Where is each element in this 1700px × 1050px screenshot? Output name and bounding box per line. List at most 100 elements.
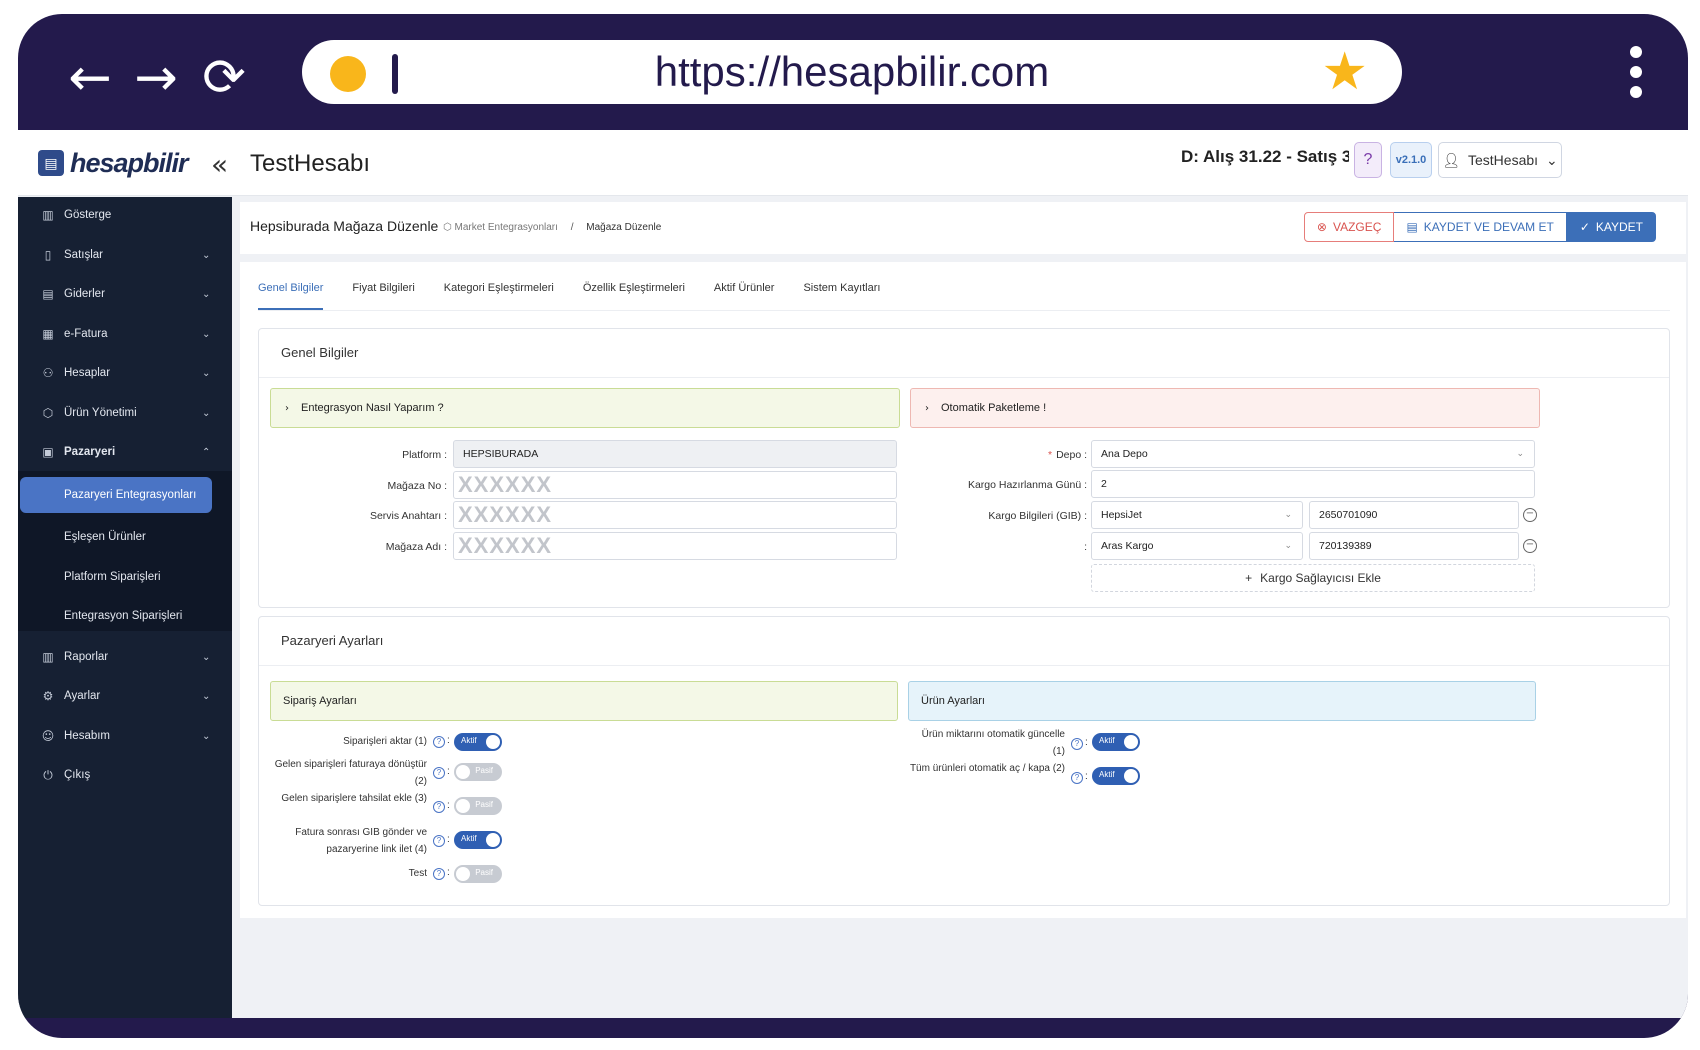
store-no-field[interactable]: XXXXXX bbox=[453, 471, 897, 499]
cargo2-code-field[interactable]: 720139389 bbox=[1309, 532, 1519, 560]
cargo1-provider-select[interactable]: HepsiJet ⌄ bbox=[1091, 501, 1303, 529]
chevron-down-icon: ⌄ bbox=[202, 407, 211, 419]
setting-toggle[interactable]: Aktif bbox=[1092, 767, 1140, 785]
help-circle-icon[interactable]: ? bbox=[433, 801, 445, 813]
tab-system-logs[interactable]: Sistem Kayıtları bbox=[803, 282, 880, 310]
sidebar-item-label: Platform Siparişleri bbox=[64, 571, 161, 583]
chevron-down-icon: ⌄ bbox=[202, 249, 211, 261]
chevron-right-icon: › bbox=[285, 402, 289, 414]
tab-bar: Genel Bilgiler Fiyat Bilgileri Kategori … bbox=[258, 282, 880, 310]
service-key-label: Servis Anahtarı : bbox=[369, 510, 447, 522]
marketplace-settings-section: Pazaryeri Ayarları Sipariş Ayarları Ürün… bbox=[258, 616, 1670, 906]
chevron-down-icon: ⌄ bbox=[202, 367, 211, 379]
setting-toggle[interactable]: Pasif bbox=[454, 797, 502, 815]
chevron-up-icon: ⌃ bbox=[202, 446, 211, 458]
help-circle-icon[interactable]: ? bbox=[433, 767, 445, 779]
sidebar-item-settings[interactable]: ⚙ Ayarlar ⌄ bbox=[18, 678, 232, 714]
integration-howto-panel[interactable]: › Entegrasyon Nasıl Yaparım ? bbox=[270, 388, 900, 428]
reload-icon[interactable]: ⟳ bbox=[192, 48, 256, 108]
action-buttons: ⊗ VAZGEÇ ▤ KAYDET VE DEVAM ET ✓ KAYDET bbox=[1303, 212, 1656, 242]
tab-active-products[interactable]: Aktif Ürünler bbox=[714, 282, 775, 310]
prep-days-label: Kargo Hazırlanma Günü : bbox=[967, 479, 1087, 491]
user-name: TestHesabı bbox=[1468, 152, 1539, 168]
sidebar-item-e-invoice[interactable]: ▦ e-Fatura ⌄ bbox=[18, 316, 232, 352]
cancel-button[interactable]: ⊗ VAZGEÇ bbox=[1303, 212, 1395, 242]
breadcrumb-current: Mağaza Düzenle bbox=[586, 222, 662, 233]
colon: : bbox=[447, 867, 450, 878]
sidebar-item-integration-orders[interactable]: Entegrasyon Siparişleri bbox=[18, 598, 232, 634]
bookmark-star-icon[interactable]: ★ bbox=[1321, 44, 1368, 100]
cargo2-provider-select[interactable]: Aras Kargo ⌄ bbox=[1091, 532, 1303, 560]
sidebar-item-label: Raporlar bbox=[64, 651, 109, 663]
panel-label: Ürün Ayarları bbox=[921, 695, 985, 707]
help-icon[interactable]: ? bbox=[1354, 142, 1382, 178]
required-asterisk: * bbox=[1047, 449, 1053, 461]
chevron-down-icon: ⌄ bbox=[202, 328, 211, 340]
user-menu-button[interactable]: 👤︎ TestHesabı ⌄ bbox=[1438, 142, 1562, 178]
product-settings-panel: Ürün Ayarları bbox=[908, 681, 1536, 721]
tab-attribute-matching[interactable]: Özellik Eşleştirmeleri bbox=[583, 282, 685, 310]
help-circle-icon[interactable]: ? bbox=[433, 835, 445, 847]
setting-toggle[interactable]: Aktif bbox=[454, 733, 502, 751]
sidebar-item-marketplace[interactable]: ▣ Pazaryeri ⌃ bbox=[18, 434, 232, 470]
browser-menu-icon[interactable] bbox=[1630, 46, 1642, 98]
add-cargo-provider-button[interactable]: + Kargo Sağlayıcısı Ekle bbox=[1091, 564, 1535, 592]
breadcrumb-parent-link[interactable]: Market Entegrasyonları bbox=[455, 222, 558, 233]
help-circle-icon[interactable]: ? bbox=[433, 736, 445, 748]
cargo1-code-field[interactable]: 2650701090 bbox=[1309, 501, 1519, 529]
help-circle-icon[interactable]: ? bbox=[1071, 738, 1083, 750]
sidebar-item-product-management[interactable]: ⬡ Ürün Yönetimi ⌄ bbox=[18, 395, 232, 431]
sidebar-item-reports[interactable]: ▥ Raporlar ⌄ bbox=[18, 639, 232, 675]
back-icon[interactable]: ← bbox=[58, 48, 122, 108]
url-text[interactable]: https://hesapbilir.com bbox=[302, 46, 1402, 98]
main-content: Genel Bilgiler Fiyat Bilgileri Kategori … bbox=[240, 262, 1686, 918]
version-badge[interactable]: v2.1.0 bbox=[1390, 142, 1432, 178]
sidebar-item-expenses[interactable]: ▤ Giderler ⌄ bbox=[18, 276, 232, 312]
gear-icon: ⚙ bbox=[42, 689, 54, 703]
sidebar-item-sales[interactable]: ▯ Satışlar ⌄ bbox=[18, 237, 232, 273]
store-name-field[interactable]: XXXXXX bbox=[453, 532, 897, 560]
prep-days-field[interactable]: 2 bbox=[1091, 470, 1535, 498]
sidebar-item-dashboard[interactable]: ▥ Gösterge bbox=[18, 197, 232, 233]
depot-select[interactable]: Ana Depo ⌄ bbox=[1091, 440, 1535, 468]
breadcrumb-separator: / bbox=[570, 222, 574, 233]
forward-icon[interactable]: → bbox=[124, 48, 188, 108]
sidebar-item-platform-orders[interactable]: Platform Siparişleri bbox=[18, 559, 232, 595]
help-circle-icon[interactable]: ? bbox=[1071, 772, 1083, 784]
user-icon: ☺ bbox=[41, 729, 55, 743]
remove-circle-icon[interactable]: − bbox=[1523, 508, 1537, 522]
save-button[interactable]: ✓ KAYDET bbox=[1566, 212, 1656, 242]
browser-toolbar: ← → ⟳ https://hesapbilir.com ★ bbox=[18, 14, 1688, 130]
setting-toggle[interactable]: Pasif bbox=[454, 763, 502, 781]
sidebar-item-label: Eşleşen Ürünler bbox=[64, 531, 146, 543]
sidebar-item-accounts[interactable]: ⚇ Hesaplar ⌄ bbox=[18, 355, 232, 391]
sidebar-item-matched-products[interactable]: Eşleşen Ürünler bbox=[18, 519, 232, 555]
setting-toggle[interactable]: Pasif bbox=[454, 865, 502, 883]
address-bar[interactable]: https://hesapbilir.com ★ bbox=[302, 40, 1402, 104]
chevron-down-icon: ⌄ bbox=[1284, 510, 1292, 520]
chevron-right-icon: › bbox=[925, 402, 929, 414]
setting-label: Fatura sonrası GIB gönder ve pazaryerine… bbox=[295, 827, 427, 855]
tab-general-info[interactable]: Genel Bilgiler bbox=[258, 282, 324, 310]
setting-toggle[interactable]: Aktif bbox=[1092, 733, 1140, 751]
help-circle-icon[interactable]: ? bbox=[433, 868, 445, 880]
setting-label: Tüm ürünleri otomatik aç / kapa (2) bbox=[909, 763, 1065, 774]
colon: : bbox=[447, 766, 450, 777]
section-divider bbox=[259, 665, 1669, 666]
service-key-field[interactable]: XXXXXX bbox=[453, 501, 897, 529]
app-logo[interactable]: ▤ hesapbilir bbox=[38, 146, 189, 180]
sidebar-item-marketplace-integrations[interactable]: Pazaryeri Entegrasyonları bbox=[20, 477, 212, 513]
sidebar-item-logout[interactable]: ⏻ Çıkış bbox=[18, 757, 232, 793]
auto-packaging-panel[interactable]: › Otomatik Paketleme ! bbox=[910, 388, 1540, 428]
sidebar-item-my-account[interactable]: ☺ Hesabım ⌄ bbox=[18, 718, 232, 754]
colon: : bbox=[447, 834, 450, 845]
save-and-continue-button[interactable]: ▤ KAYDET VE DEVAM ET bbox=[1394, 212, 1567, 242]
tab-price-info[interactable]: Fiyat Bilgileri bbox=[352, 282, 414, 310]
setting-toggle[interactable]: Aktif bbox=[454, 831, 502, 849]
logo-mark-icon: ▤ bbox=[38, 150, 64, 176]
setting-label: Test bbox=[408, 868, 427, 879]
collapse-sidebar-icon[interactable]: « bbox=[211, 148, 228, 181]
remove-circle-icon[interactable]: − bbox=[1523, 539, 1537, 553]
tab-category-matching[interactable]: Kategori Eşleştirmeleri bbox=[444, 282, 554, 310]
panel-label: Sipariş Ayarları bbox=[283, 695, 357, 707]
